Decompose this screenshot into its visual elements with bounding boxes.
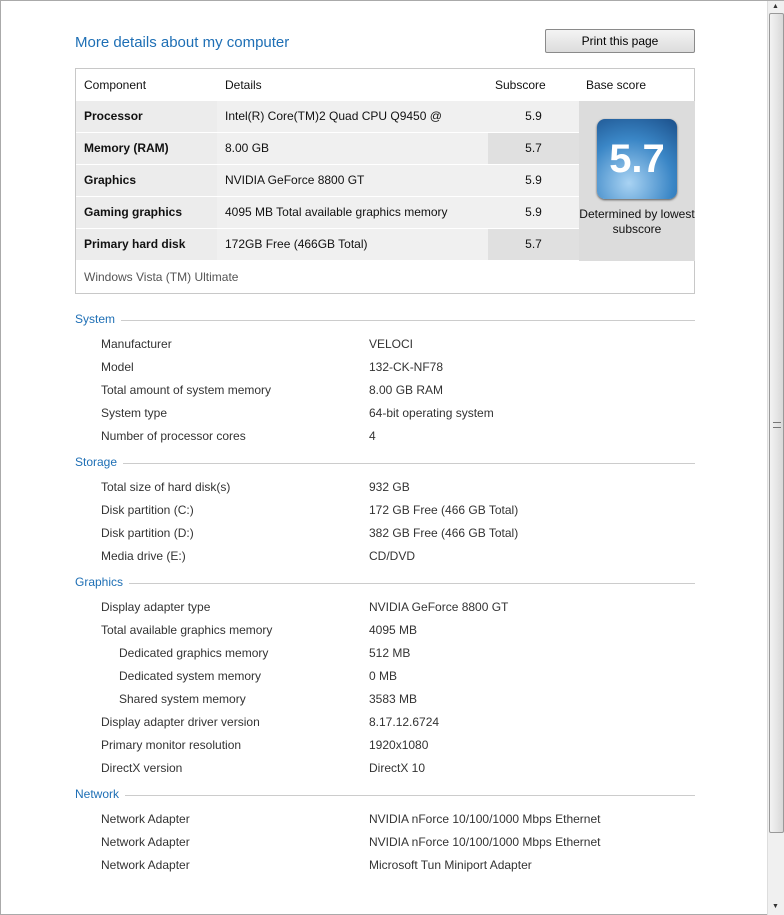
section-header-graphics: Graphics: [75, 575, 695, 591]
os-edition: Windows Vista (TM) Ultimate: [84, 270, 239, 284]
property-value: NVIDIA GeForce 8800 GT: [369, 600, 509, 614]
property-label: Network Adapter: [101, 835, 190, 849]
subscore: 5.9: [488, 101, 579, 132]
property-value: 4: [369, 429, 376, 443]
component-details: 8.00 GB: [217, 133, 488, 164]
property-value: 132-CK-NF78: [369, 360, 444, 374]
table-row: Gaming graphics 4095 MB Total available …: [76, 197, 579, 229]
section-header-network: Network: [75, 787, 695, 803]
scroll-down-icon[interactable]: ▼: [772, 903, 779, 910]
property-value: 512 MB: [369, 646, 411, 660]
property-value: DirectX 10: [369, 761, 426, 775]
section-header-system: System: [75, 312, 695, 328]
property-label: Dedicated system memory: [119, 669, 262, 683]
table-row: Primary hard disk 172GB Free (466GB Tota…: [76, 229, 579, 261]
property-label: Media drive (E:): [101, 549, 186, 563]
component-details: Intel(R) Core(TM)2 Quad CPU Q9450 @ 2.66…: [217, 101, 488, 154]
subscore: 5.7: [488, 229, 579, 260]
property-label: System type: [101, 406, 168, 420]
vertical-scrollbar[interactable]: ▲ ▼: [767, 1, 784, 915]
property-value: CD/DVD: [369, 549, 416, 563]
table-row: Processor Intel(R) Core(TM)2 Quad CPU Q9…: [76, 101, 579, 154]
property-value: 1920x1080: [369, 738, 429, 752]
section-title: System: [75, 312, 122, 326]
property-label: Model: [101, 360, 134, 374]
subscore: 5.9: [488, 165, 579, 196]
component-name: Primary hard disk: [76, 229, 217, 260]
property-label: Total amount of system memory: [101, 383, 272, 397]
property-value: Microsoft Tun Miniport Adapter: [369, 858, 532, 872]
grip-icon: [773, 422, 781, 428]
property-value: 0 MB: [369, 669, 398, 683]
property-value: NVIDIA nForce 10/100/1000 Mbps Ethernet: [369, 812, 601, 826]
property-value: 3583 MB: [369, 692, 418, 706]
property-label: DirectX version: [101, 761, 183, 775]
table-row: Graphics NVIDIA GeForce 8800 GT 5.9: [76, 165, 579, 197]
property-label: Display adapter driver version: [101, 715, 260, 729]
property-value: 64-bit operating system: [369, 406, 494, 420]
property-value: VELOCI: [369, 337, 414, 351]
property-label: Shared system memory: [119, 692, 246, 706]
component-name: Graphics: [76, 165, 217, 196]
property-label: Manufacturer: [101, 337, 172, 351]
property-label: Number of processor cores: [101, 429, 246, 443]
section-title: Storage: [75, 455, 124, 469]
scroll-up-icon[interactable]: ▲: [772, 3, 779, 10]
component-details: NVIDIA GeForce 8800 GT: [217, 165, 488, 196]
section-header-storage: Storage: [75, 455, 695, 471]
page-title: More details about my computer: [75, 34, 290, 51]
subscore: 5.9: [488, 197, 579, 228]
property-label: Display adapter type: [101, 600, 211, 614]
component-name: Processor: [76, 101, 217, 132]
header-details: Details: [225, 78, 262, 92]
property-value: 8.17.12.6724: [369, 715, 440, 729]
table-row: Memory (RAM) 8.00 GB 5.7: [76, 133, 579, 165]
component-name: Memory (RAM): [76, 133, 217, 164]
section-title: Graphics: [75, 575, 130, 589]
property-label: Total available graphics memory: [101, 623, 273, 637]
component-details: 4095 MB Total available graphics memory: [217, 197, 488, 228]
property-value: 172 GB Free (466 GB Total): [369, 503, 519, 517]
scrollbar-thumb[interactable]: [769, 13, 784, 833]
property-value: 8.00 GB RAM: [369, 383, 444, 397]
property-value: 4095 MB: [369, 623, 418, 637]
property-label: Network Adapter: [101, 858, 190, 872]
header-base-score: Base score: [586, 78, 647, 92]
base-score-cell: 5.7 Determined by lowest subscore: [579, 101, 695, 261]
property-label: Disk partition (D:): [101, 526, 194, 540]
base-score-badge: 5.7: [597, 119, 677, 199]
property-label: Total size of hard disk(s): [101, 480, 231, 494]
component-name: Gaming graphics: [76, 197, 217, 228]
section-title: Network: [75, 787, 126, 801]
header-component: Component: [84, 78, 147, 92]
property-label: Network Adapter: [101, 812, 190, 826]
property-label: Disk partition (C:): [101, 503, 194, 517]
property-label: Dedicated graphics memory: [119, 646, 269, 660]
component-details: 172GB Free (466GB Total): [217, 229, 488, 260]
property-value: 932 GB: [369, 480, 410, 494]
property-value: NVIDIA nForce 10/100/1000 Mbps Ethernet: [369, 835, 601, 849]
property-value: 382 GB Free (466 GB Total): [369, 526, 519, 540]
print-page-button[interactable]: Print this page: [545, 29, 695, 53]
property-label: Primary monitor resolution: [101, 738, 242, 752]
score-table: Component Details Subscore Base score Pr…: [75, 68, 695, 294]
header-subscore: Subscore: [495, 78, 546, 92]
base-score-note: Determined by lowest subscore: [579, 207, 695, 236]
subscore: 5.7: [488, 133, 579, 164]
